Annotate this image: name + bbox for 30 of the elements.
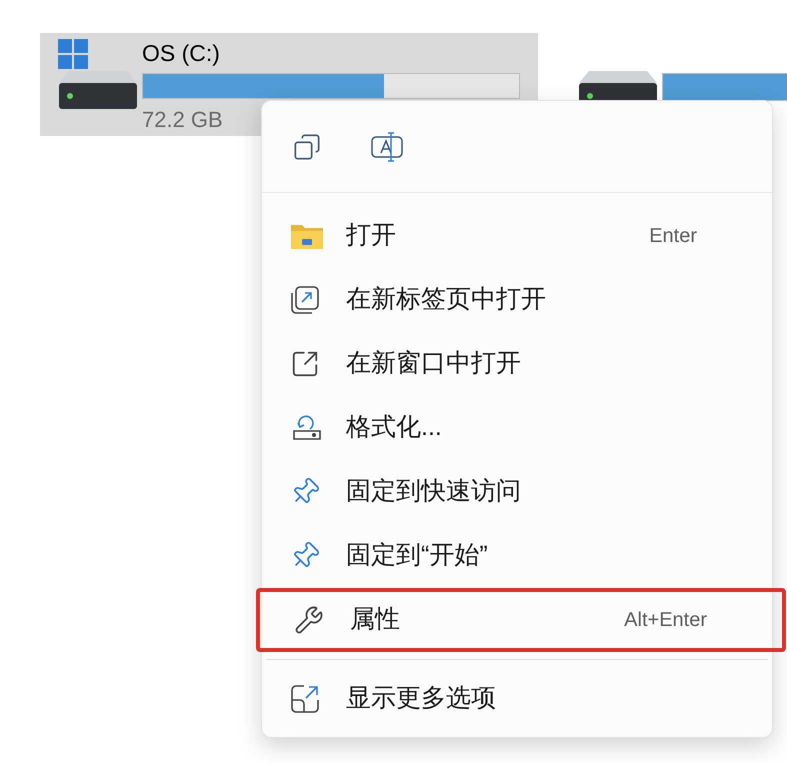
menu-item[interactable]: 固定到快速访问: [262, 460, 772, 524]
menu-item-label: 格式化...: [346, 412, 442, 444]
menu-item-label: 在新窗口中打开: [346, 348, 521, 380]
menu-item-label: 显示更多选项: [346, 683, 496, 714]
menu-item[interactable]: 打开 Enter: [262, 204, 772, 268]
drive-icon: [59, 71, 137, 109]
menu-item-label: 在新标签页中打开: [346, 284, 546, 316]
menu-item-label: 固定到快速访问: [346, 476, 521, 508]
menu-item-label: 属性: [350, 604, 400, 636]
new-tab-icon: [290, 285, 320, 315]
menu-item-label: 打开: [346, 220, 396, 252]
free-space: 72.2 GB: [142, 106, 224, 134]
menu-item[interactable]: 格式化...: [262, 396, 772, 460]
menu-item[interactable]: 固定到“开始”: [262, 524, 772, 588]
menu-item[interactable]: 在新标签页中打开: [262, 268, 772, 332]
new-window-icon: [290, 349, 320, 379]
copy-icon: [293, 132, 321, 160]
folder-icon: [290, 222, 324, 250]
shortcut-text: Enter: [649, 224, 697, 249]
windows-logo-icon: [58, 39, 88, 69]
drive-name: OS (C:): [142, 40, 220, 66]
more-options-icon: [290, 684, 320, 714]
wrench-icon: [294, 605, 324, 635]
menu-item-label: 固定到“开始”: [346, 540, 488, 572]
menu-item[interactable]: 属性 Alt+Enter: [256, 588, 786, 652]
shortcut-text: Alt+Enter: [624, 608, 707, 633]
menu-item[interactable]: 显示更多选项: [262, 667, 772, 731]
format-icon: [290, 413, 324, 443]
rename-icon: [370, 130, 404, 162]
menu-item[interactable]: 在新窗口中打开: [262, 332, 772, 396]
